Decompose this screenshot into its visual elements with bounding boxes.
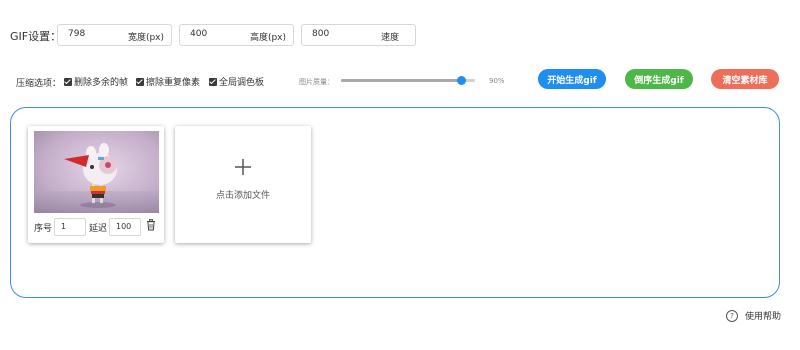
checkbox[interactable]	[209, 77, 217, 86]
delay-input[interactable]: 100	[109, 218, 141, 236]
option-label: 删除多余的帧	[74, 78, 129, 88]
delay-label: 延迟	[89, 224, 108, 234]
height-field[interactable]: 400 高度(px)	[179, 24, 294, 46]
gif-settings-label: GIF设置：	[10, 30, 62, 43]
width-unit: 宽度(px)	[127, 33, 164, 43]
option-erase-duplicate-pixels[interactable]: 擦除重复像素	[136, 75, 200, 88]
reverse-generate-gif-button[interactable]: 倒序生成gif	[625, 69, 693, 89]
checkbox[interactable]	[64, 77, 72, 86]
start-generate-gif-button[interactable]: 开始生成gif	[538, 69, 606, 89]
width-field[interactable]: 798 宽度(px)	[57, 24, 172, 46]
quality-slider[interactable]	[341, 79, 475, 82]
speed-value: 800	[312, 29, 330, 39]
height-value: 400	[190, 29, 208, 39]
trash-icon[interactable]	[146, 219, 156, 234]
option-remove-frames[interactable]: 删除多余的帧	[64, 75, 128, 88]
sequence-input[interactable]: 1	[54, 218, 86, 236]
height-unit: 高度(px)	[249, 33, 286, 43]
help-link[interactable]: ? 使用帮助	[726, 309, 781, 322]
figurine-image	[34, 131, 159, 213]
quality-label: 图片质量：	[299, 78, 334, 86]
option-label: 全局调色板	[219, 78, 265, 88]
plus-icon	[235, 159, 251, 175]
speed-unit: 速度	[380, 33, 399, 43]
quality-value: 90%	[489, 77, 505, 85]
question-icon: ?	[726, 309, 738, 322]
add-file-card[interactable]: 点击添加文件	[175, 126, 311, 243]
compression-label: 压缩选项：	[16, 79, 62, 89]
quality-slider-fill	[341, 79, 462, 82]
frame-controls: 序号 1 延迟 100	[34, 218, 159, 236]
sequence-label: 序号	[34, 224, 53, 234]
clear-library-button[interactable]: 清空素材库	[711, 69, 779, 89]
speed-field[interactable]: 800 速度	[301, 24, 416, 46]
width-value: 798	[68, 29, 86, 39]
help-label: 使用帮助	[745, 312, 782, 322]
add-file-label: 点击添加文件	[215, 191, 270, 201]
frame-thumbnail	[34, 131, 159, 213]
checkbox[interactable]	[136, 77, 144, 86]
frame-card[interactable]: 序号 1 延迟 100	[28, 126, 164, 243]
quality-slider-thumb[interactable]	[457, 76, 467, 85]
option-global-palette[interactable]: 全局调色板	[209, 75, 264, 88]
option-label: 擦除重复像素	[146, 78, 201, 88]
